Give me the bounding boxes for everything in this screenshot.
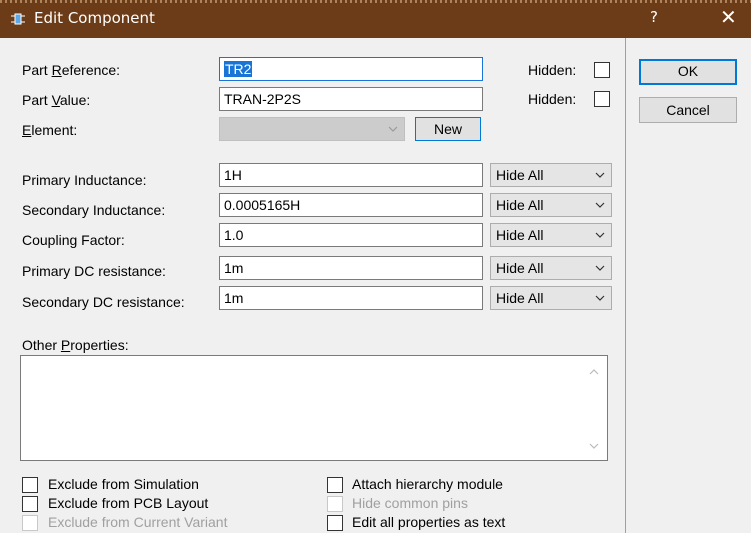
part-reference-hidden-checkbox[interactable] [594,62,610,78]
visibility-value: Hide All [496,167,544,183]
property-value-input[interactable]: 1H [219,163,483,187]
part-value-hidden-checkbox[interactable] [594,91,610,107]
chevron-down-icon [595,202,605,208]
element-label: Element: [22,122,78,138]
property-label: Coupling Factor: [22,232,125,248]
exclude-simulation-label: Exclude from Simulation [48,476,199,492]
property-value-input[interactable]: 1m [219,286,483,310]
title-bar[interactable]: Edit Component ? ✕ [0,0,751,38]
exclude-variant-label: Exclude from Current Variant [48,514,228,530]
visibility-value: Hide All [496,227,544,243]
new-button[interactable]: New [415,117,481,141]
chevron-down-icon [595,232,605,238]
property-value-input[interactable]: 1m [219,256,483,280]
part-value-label: Part Value: [22,92,91,108]
help-button[interactable]: ? [650,8,658,26]
exclude-simulation-checkbox[interactable] [22,477,38,493]
scroll-up-icon[interactable] [589,368,599,376]
part-reference-input[interactable]: TR2 [219,57,483,81]
hide-common-pins-label: Hide common pins [352,495,468,511]
property-label: Secondary DC resistance: [22,294,185,310]
exclude-pcb-label: Exclude from PCB Layout [48,495,209,511]
visibility-value: Hide All [496,290,544,306]
hide-common-pins-checkbox [327,496,343,512]
chevron-down-icon [595,295,605,301]
property-label: Secondary Inductance: [22,202,166,218]
part-value-hidden-label: Hidden: [528,91,577,107]
other-properties-textarea[interactable] [20,355,608,461]
scroll-down-icon[interactable] [589,442,599,450]
ok-button[interactable]: OK [639,59,737,85]
property-visibility-select[interactable]: Hide All [490,286,612,310]
other-properties-label: Other Properties: [22,337,129,353]
chevron-down-icon [595,172,605,178]
visibility-value: Hide All [496,260,544,276]
property-label: Primary DC resistance: [22,263,166,279]
property-visibility-select[interactable]: Hide All [490,193,612,217]
exclude-variant-checkbox [22,515,38,531]
exclude-pcb-checkbox[interactable] [22,496,38,512]
property-visibility-select[interactable]: Hide All [490,223,612,247]
property-label: Primary Inductance: [22,172,147,188]
vertical-divider [625,38,626,533]
window-title: Edit Component [34,9,155,27]
title-bar-pattern [0,0,751,3]
visibility-value: Hide All [496,197,544,213]
component-icon [11,13,25,25]
attach-hierarchy-label: Attach hierarchy module [352,476,503,492]
element-select[interactable] [219,117,405,141]
property-visibility-select[interactable]: Hide All [490,256,612,280]
attach-hierarchy-checkbox[interactable] [327,477,343,493]
chevron-down-icon [595,265,605,271]
part-reference-label: Part Reference: [22,62,121,78]
property-value-input[interactable]: 1.0 [219,223,483,247]
edit-all-text-checkbox[interactable] [327,515,343,531]
close-button[interactable]: ✕ [720,5,737,29]
property-value-input[interactable]: 0.0005165H [219,193,483,217]
edit-all-text-label: Edit all properties as text [352,514,506,530]
chevron-down-icon [388,126,398,132]
cancel-button[interactable]: Cancel [639,97,737,123]
part-value-input[interactable]: TRAN-2P2S [219,87,483,111]
property-visibility-select[interactable]: Hide All [490,163,612,187]
part-reference-hidden-label: Hidden: [528,62,577,78]
